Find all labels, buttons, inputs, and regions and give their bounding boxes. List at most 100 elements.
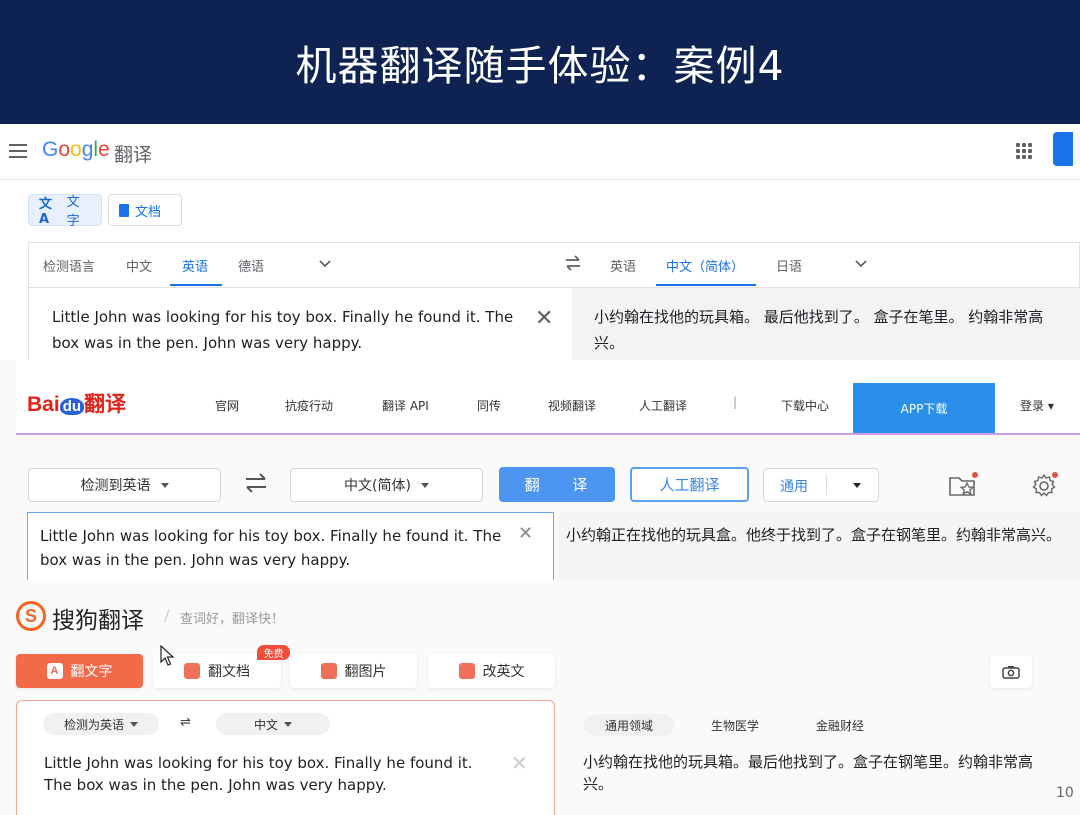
close-icon[interactable]: ✕ (535, 308, 553, 330)
target-text-area: 小约翰正在找他的玩具盒。他终于找到了。盒子在钢笔里。约翰非常高兴。 (558, 512, 1080, 580)
caret-down-icon (160, 482, 169, 488)
source-lang-option[interactable]: 中文 (126, 256, 152, 275)
source-lang-label: 检测为英语 (63, 717, 124, 732)
sogou-logo-text: 搜狗翻译 (52, 608, 144, 634)
tab-translate-text[interactable]: A 翻文字 (16, 654, 143, 688)
edit-icon (458, 663, 475, 679)
caret-down-icon (284, 721, 292, 727)
tab-label: 翻图片 (344, 664, 387, 680)
menu-icon[interactable] (9, 144, 27, 158)
slide-title: 机器翻译随手体验：案例4 (295, 42, 785, 90)
source-text[interactable]: Little John was looking for his toy box.… (44, 752, 474, 796)
mouse-cursor-icon (160, 644, 176, 671)
mode-text-button[interactable]: 文A 文字 (28, 194, 102, 229)
nav-item[interactable]: 官网 (215, 397, 239, 414)
paw-icon: du (59, 398, 85, 415)
target-lang-option[interactable]: 日语 (776, 256, 802, 275)
logo-letter: o (58, 138, 71, 161)
nav-item[interactable]: 下载中心 (781, 397, 829, 414)
caret-down-icon (420, 482, 429, 488)
divider (826, 475, 827, 495)
domain-select[interactable]: 通用 (763, 468, 879, 502)
sogou-logo-icon[interactable]: S (16, 601, 46, 631)
settings-gear-icon[interactable] (1030, 470, 1060, 504)
close-icon[interactable]: ✕ (518, 525, 533, 543)
selected-underline (656, 284, 756, 286)
google-logo[interactable]: Google (42, 138, 110, 162)
mode-label: 文字 (66, 195, 80, 229)
source-lang-select[interactable]: 检测为英语 (43, 713, 159, 735)
favorites-icon[interactable] (947, 470, 981, 504)
tab-label: 翻文档 (208, 664, 250, 680)
source-text-area[interactable]: Little John was looking for his toy box.… (27, 512, 554, 580)
swap-languages-icon[interactable] (243, 472, 269, 498)
apps-grid-icon[interactable] (1016, 143, 1032, 159)
logo-letter: G (42, 138, 59, 161)
mode-document-button[interactable]: 文档 (108, 194, 182, 226)
app-download-button[interactable]: APP下载 (853, 383, 995, 433)
mode-label: 文档 (135, 204, 162, 220)
tab-polish-english[interactable]: 改英文 (428, 654, 555, 688)
nav-item[interactable]: 同传 (477, 397, 501, 414)
target-lang-label: 中文(简体) (344, 478, 411, 494)
source-text[interactable]: Little John was looking for his toy box.… (40, 524, 510, 572)
logo-letter: e (98, 138, 110, 161)
title-band: 机器翻译随手体验：案例4 (0, 0, 1080, 124)
logo-letter: o (70, 138, 82, 161)
tab-label: 改英文 (482, 664, 525, 680)
domain-chip[interactable]: 生物医学 (690, 714, 780, 736)
camera-button[interactable] (990, 656, 1032, 688)
target-lang-option[interactable]: 英语 (610, 256, 636, 275)
chevron-down-icon[interactable] (854, 255, 868, 274)
translate-icon: 文A (39, 197, 53, 227)
target-text-area: 小约翰在找他的玩具箱。 最后他找到了。 盒子在笔里。 约翰非常高兴。 (572, 288, 1080, 360)
slogan: 查词好，翻译快！ (180, 612, 285, 627)
baidu-logo[interactable]: Bai du 翻译 (27, 388, 126, 418)
login-label: 登录 (1020, 399, 1045, 413)
target-lang-select[interactable]: 中文(简体) (290, 468, 483, 502)
account-button[interactable] (1053, 132, 1073, 166)
close-icon[interactable]: ✕ (511, 753, 528, 773)
nav-item[interactable]: 人工翻译 (639, 397, 687, 414)
slide: 机器翻译随手体验：案例4 Google 翻译 文A 文字 文档 检测语言 中文 … (0, 0, 1080, 815)
camera-icon (1002, 666, 1020, 679)
document-icon (119, 203, 129, 217)
swap-languages-icon[interactable]: ⇌ (180, 715, 191, 730)
source-lang-option[interactable]: 检测语言 (43, 256, 95, 275)
caret-down-icon (130, 721, 138, 727)
tab-label: 翻文字 (70, 664, 113, 680)
domain-label: 通用 (780, 479, 808, 495)
product-name: 翻译 (114, 144, 153, 166)
free-badge: 免费 (257, 645, 290, 660)
nav-item[interactable]: 视频翻译 (548, 397, 596, 414)
slide-page-number: 10 (1056, 785, 1074, 801)
human-translation-button[interactable]: 人工翻译 (630, 467, 749, 502)
chevron-down-icon[interactable] (318, 255, 332, 274)
logo-letter: g (81, 138, 94, 161)
translate-button[interactable]: 翻 译 (499, 467, 615, 502)
text-a-icon: A (46, 663, 63, 679)
target-lang-select[interactable]: 中文 (216, 713, 330, 735)
login-link[interactable]: 登录 ▾ (1020, 397, 1054, 414)
source-lang-label: 检测到英语 (80, 478, 151, 494)
nav-item[interactable]: 翻译 API (382, 397, 429, 414)
target-lang-label: 中文 (253, 717, 278, 732)
logo-text: Bai (27, 393, 60, 416)
source-lang-select[interactable]: 检测到英语 (28, 468, 221, 502)
source-text[interactable]: Little John was looking for his toy box.… (52, 304, 522, 356)
swap-languages-icon[interactable] (563, 254, 583, 276)
nav-item[interactable]: 抗疫行动 (285, 397, 333, 414)
document-icon (184, 663, 200, 679)
target-lang-option-selected[interactable]: 中文（简体） (666, 256, 744, 275)
tab-translate-image[interactable]: 翻图片 (290, 654, 417, 688)
nav-divider: | (733, 395, 738, 409)
source-lang-option-selected[interactable]: 英语 (182, 256, 208, 275)
source-text-area[interactable]: Little John was looking for his toy box.… (28, 288, 572, 360)
google-header: Google 翻译 (0, 124, 1080, 180)
domain-chip-selected[interactable]: 通用领域 (584, 714, 674, 736)
image-icon (320, 663, 337, 679)
source-lang-option[interactable]: 德语 (238, 256, 264, 275)
domain-chip[interactable]: 金融财经 (795, 714, 885, 736)
target-text: 小约翰在找他的玩具箱。 最后他找到了。 盒子在笔里。 约翰非常高兴。 (594, 308, 1044, 352)
selected-underline (170, 284, 222, 286)
